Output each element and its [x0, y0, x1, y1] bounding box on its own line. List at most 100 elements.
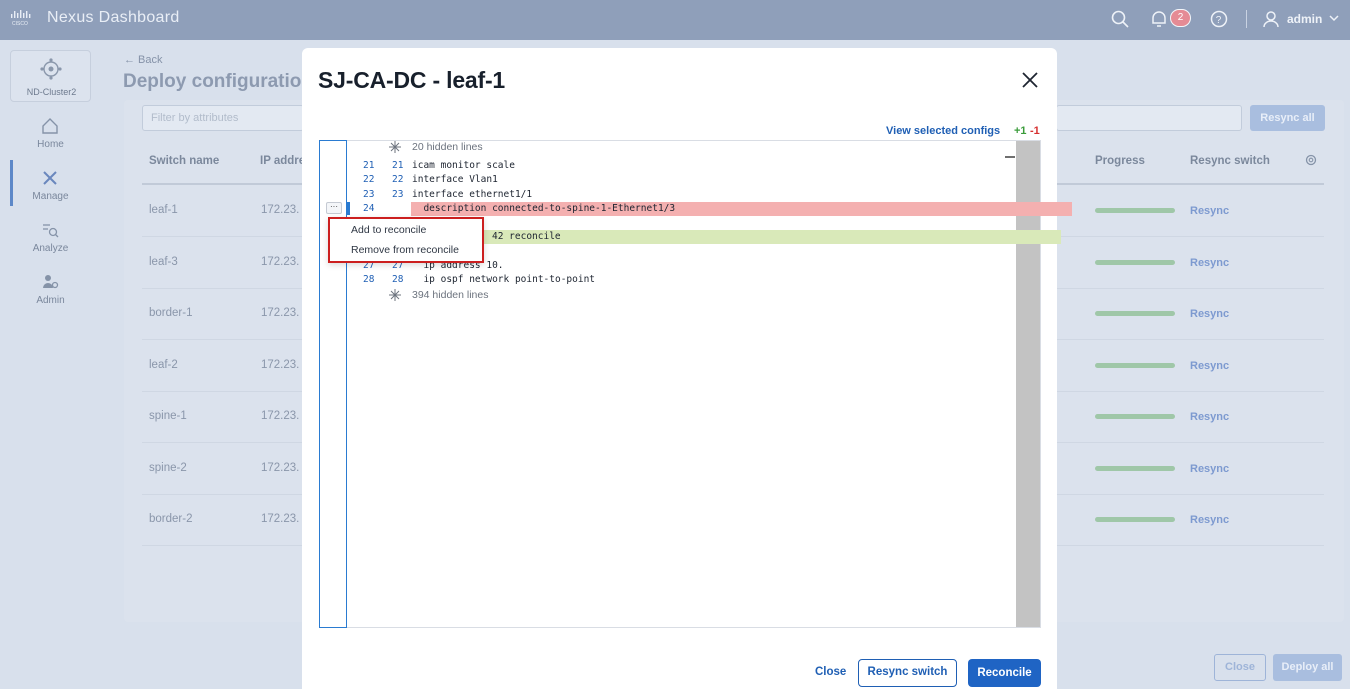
progress-bar: [1095, 311, 1175, 316]
new-line-number: 28: [392, 274, 404, 285]
view-selected-configs-link[interactable]: View selected configs: [886, 125, 1000, 137]
topbar-divider: [1246, 10, 1247, 28]
column-header-switch-name[interactable]: Switch name: [149, 155, 219, 167]
diff-line[interactable]: 21 21 icam monitor scale: [347, 159, 1015, 173]
progress-bar: [1095, 517, 1175, 522]
progress-bar: [1095, 466, 1175, 471]
old-line-number: 23: [363, 189, 375, 200]
line-text: ip ospf network point-to-point: [412, 274, 596, 285]
ip-cell: 172.23.: [261, 307, 300, 319]
resync-link[interactable]: Resync: [1190, 360, 1229, 372]
analyze-icon: [43, 224, 59, 238]
home-icon: [42, 118, 58, 134]
cluster-icon: [40, 58, 62, 80]
resync-link[interactable]: Resync: [1190, 463, 1229, 475]
admin-icon: [43, 275, 59, 289]
sidebar-item-admin[interactable]: Admin: [10, 268, 91, 312]
old-line-number: 21: [363, 160, 375, 171]
notification-badge[interactable]: 2: [1170, 9, 1191, 27]
remove-from-reconcile-menu-item[interactable]: Remove from reconcile: [351, 244, 459, 256]
context-menu: Add to reconcile Remove from reconcile: [328, 217, 484, 263]
selected-line-marker: [347, 202, 350, 215]
hidden-lines-label: 394 hidden lines: [412, 289, 489, 301]
svg-text:CISCO: CISCO: [12, 21, 28, 27]
resync-all-button[interactable]: Resync all: [1250, 105, 1325, 131]
back-link[interactable]: ← Back: [124, 54, 163, 66]
resync-link[interactable]: Resync: [1190, 205, 1229, 217]
reconcile-button[interactable]: Reconcile: [968, 659, 1041, 687]
resync-link[interactable]: Resync: [1190, 257, 1229, 269]
sidebar-item-label: Home: [37, 139, 64, 150]
ip-cell: 172.23.: [261, 410, 300, 422]
diff-line[interactable]: 28 28 ip ospf network point-to-point: [347, 273, 1015, 287]
filter-input-extension[interactable]: [1056, 105, 1242, 131]
diff-line[interactable]: 22 22 interface Vlan1: [347, 173, 1015, 187]
bell-icon[interactable]: [1149, 9, 1169, 29]
hidden-lines-top[interactable]: 20 hidden lines: [347, 140, 1015, 155]
sidebar-item-home[interactable]: Home: [10, 112, 91, 156]
diff-line[interactable]: 23 23 interface ethernet1/1: [347, 188, 1015, 202]
modal-title: SJ-CA-DC - leaf-1: [318, 67, 506, 93]
ip-cell: 172.23.: [261, 462, 300, 474]
sidebar-item-label: Manage: [32, 191, 69, 202]
resync-link[interactable]: Resync: [1190, 308, 1229, 320]
hidden-lines-label: 20 hidden lines: [412, 141, 483, 153]
cluster-selector[interactable]: ND-Cluster2: [10, 50, 91, 102]
line-text: description connected-to-spine-1-Etherne…: [412, 203, 676, 214]
ip-cell: 172.23.: [261, 204, 300, 216]
new-line-number: 21: [392, 160, 404, 171]
old-line-number: 24: [363, 203, 375, 214]
switch-name-cell: leaf-2: [149, 359, 178, 371]
column-header-ip[interactable]: IP addre: [260, 155, 305, 167]
ip-cell: 172.23.: [261, 513, 300, 525]
column-header-progress[interactable]: Progress: [1095, 155, 1145, 167]
table-settings-gear-icon[interactable]: [1304, 153, 1318, 167]
old-line-number: 28: [363, 274, 375, 285]
resync-link[interactable]: Resync: [1190, 411, 1229, 423]
help-icon[interactable]: ?: [1209, 9, 1229, 29]
switch-name-cell: leaf-3: [149, 256, 178, 268]
close-icon[interactable]: [1020, 70, 1040, 90]
filter-input[interactable]: Filter by attributes: [142, 105, 304, 131]
new-line-number: 23: [392, 189, 404, 200]
old-line-number: 22: [363, 174, 375, 185]
deploy-all-button[interactable]: Deploy all: [1273, 654, 1342, 681]
line-text: interface Vlan1: [412, 174, 498, 185]
removed-lines-count: -1: [1030, 125, 1040, 137]
ip-cell: 172.23.: [261, 359, 300, 371]
page-title: Deploy configuration: [123, 71, 313, 92]
switch-name-cell: spine-2: [149, 462, 187, 474]
tools-icon: [43, 171, 57, 185]
user-name[interactable]: admin: [1287, 12, 1322, 26]
sidebar-item-analyze[interactable]: Analyze: [10, 216, 91, 260]
sidebar-item-label: Admin: [36, 295, 65, 306]
expand-icon[interactable]: [389, 141, 401, 153]
resync-link[interactable]: Resync: [1190, 514, 1229, 526]
expand-icon[interactable]: [389, 289, 401, 301]
line-actions-button[interactable]: ···: [326, 202, 342, 214]
switch-name-cell: spine-1: [149, 410, 187, 422]
cisco-logo-icon: CISCO: [11, 10, 31, 27]
added-lines-count: +1: [1014, 125, 1027, 137]
svg-text:?: ?: [1216, 15, 1222, 26]
column-header-resync[interactable]: Resync switch: [1190, 155, 1270, 167]
progress-bar: [1095, 414, 1175, 419]
hidden-lines-bottom[interactable]: 394 hidden lines: [347, 288, 1015, 303]
switch-name-cell: leaf-1: [149, 204, 178, 216]
user-icon[interactable]: [1261, 9, 1281, 29]
modal-close-button[interactable]: Close: [815, 666, 846, 678]
ip-cell: 172.23.: [261, 256, 300, 268]
progress-bar: [1095, 363, 1175, 368]
switch-name-cell: border-2: [149, 513, 193, 525]
sidebar-item-manage[interactable]: Manage: [10, 164, 91, 208]
chevron-down-icon[interactable]: [1328, 12, 1340, 24]
diff-line-removed[interactable]: 24 description connected-to-spine-1-Ethe…: [347, 202, 1072, 216]
add-to-reconcile-menu-item[interactable]: Add to reconcile: [351, 224, 426, 236]
resync-switch-button[interactable]: Resync switch: [858, 659, 957, 687]
top-bar: CISCO Nexus Dashboard 2 ? admin: [0, 0, 1350, 40]
overview-ruler-marker: [1005, 156, 1015, 158]
sidebar-item-label: Analyze: [32, 243, 69, 254]
new-line-number: 22: [392, 174, 404, 185]
page-close-button[interactable]: Close: [1214, 654, 1266, 681]
search-icon[interactable]: [1110, 9, 1130, 29]
